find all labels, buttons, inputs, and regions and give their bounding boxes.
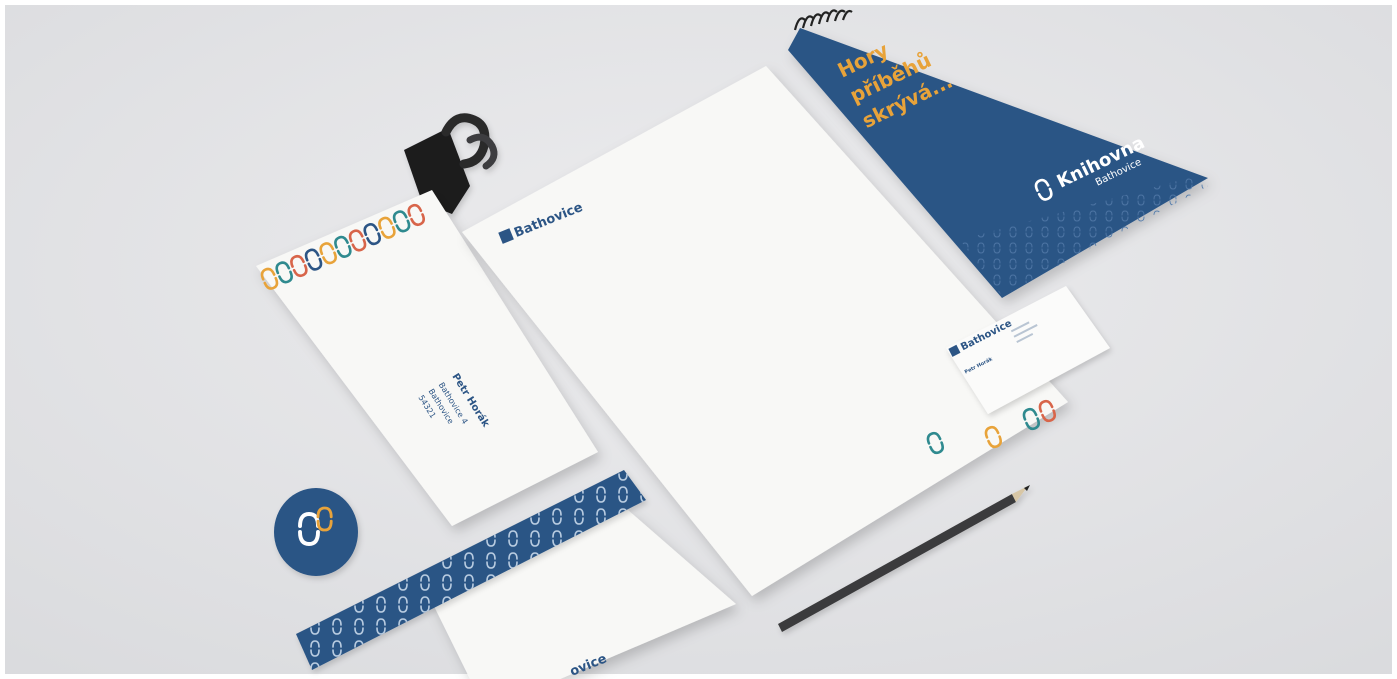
- stationery-mockup-scene: Hory příběhů skrývá... Knihovna Bathovic…: [0, 0, 1397, 679]
- mockup-illustration: Hory příběhů skrývá... Knihovna Bathovic…: [0, 0, 1397, 679]
- circle-sticker: [274, 488, 358, 576]
